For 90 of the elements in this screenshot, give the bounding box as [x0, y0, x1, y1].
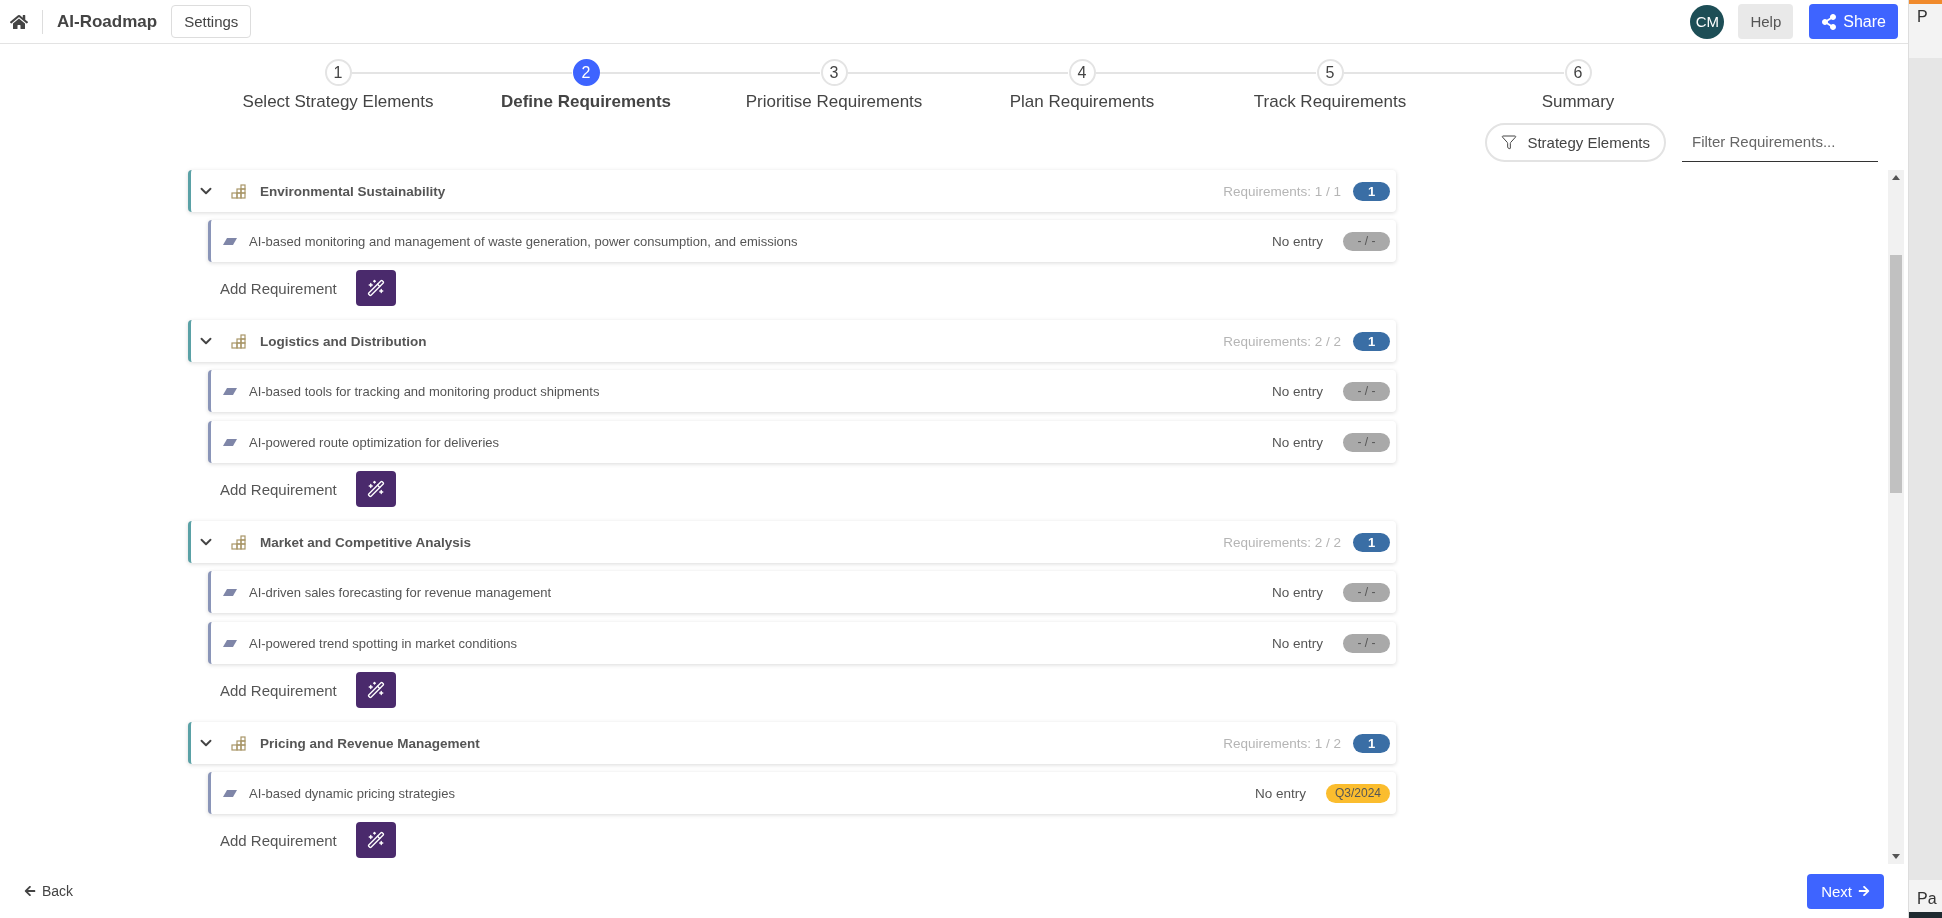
scrollbar[interactable] [1888, 170, 1904, 864]
magic-wand-icon [366, 279, 385, 297]
arrow-right-icon [1858, 885, 1870, 897]
entry-status: No entry [1271, 383, 1323, 399]
step-label[interactable]: Define Requirements [500, 92, 671, 112]
status-pill: - / - [1343, 381, 1390, 401]
status-pill: - / - [1343, 432, 1390, 452]
requirement-card[interactable]: AI-driven sales forecasting for revenue management No entry - / - [208, 571, 1396, 613]
group-title: Pricing and Revenue Management [260, 735, 480, 751]
requirement-text: AI-based monitoring and management of waste generation, power consumption, and emissions [249, 233, 798, 249]
group-title: Logistics and Distribution [260, 333, 427, 349]
share-button[interactable]: Share [1809, 4, 1898, 39]
magic-wand-icon [366, 681, 385, 699]
add-requirement-label: Add Requirement [220, 831, 337, 849]
entry-status: No entry [1271, 233, 1323, 249]
stairs-icon [231, 333, 246, 349]
user-avatar[interactable]: CM [1690, 4, 1725, 39]
group-header[interactable]: Environmental Sustainability Requirements: 1 / 1 1 [188, 170, 1396, 212]
magic-wand-icon [366, 480, 385, 498]
requirement-card[interactable]: AI-based monitoring and management of waste generation, power consumption, and emissions No entry - / - [208, 220, 1396, 262]
count-badge: 1 [1353, 532, 1390, 552]
parallelogram-icon [223, 438, 237, 446]
count-badge: 1 [1353, 331, 1390, 351]
status-pill: - / - [1343, 582, 1390, 602]
help-button[interactable]: Help [1738, 4, 1794, 39]
requirements-count: Requirements: 2 / 2 [1223, 534, 1341, 550]
entry-status: No entry [1271, 434, 1323, 450]
step-label[interactable]: Summary [1541, 92, 1615, 112]
requirement-text: AI-based dynamic pricing strategies [249, 785, 455, 801]
share-icon [1821, 13, 1838, 30]
stairs-icon [231, 183, 246, 199]
step-number[interactable]: 4 [1068, 59, 1096, 86]
parallelogram-icon [223, 639, 237, 647]
side-window-text: Pa [1909, 880, 1942, 918]
step-label[interactable]: Track Requirements [1253, 92, 1407, 112]
requirement-text: AI-powered route optimization for deliveries [249, 434, 499, 450]
requirement-card[interactable]: AI-based dynamic pricing strategies No entry Q3/2024 [208, 772, 1396, 814]
status-pill: Q3/2024 [1325, 783, 1390, 803]
magic-wand-button[interactable] [355, 672, 396, 708]
requirement-text: AI-powered trend spotting in market conditions [249, 635, 518, 651]
stairs-icon [231, 534, 246, 550]
step-number[interactable]: 1 [324, 59, 352, 86]
status-pill: - / - [1343, 633, 1390, 653]
magic-wand-button[interactable] [355, 471, 396, 507]
step-number[interactable]: 3 [820, 59, 848, 86]
step-number[interactable]: 5 [1316, 59, 1344, 86]
strategy-elements-button[interactable]: Strategy Elements [1485, 122, 1666, 162]
requirement-card[interactable]: AI-powered route optimization for deliveries No entry - / - [208, 421, 1396, 463]
side-window-text: P [1909, 0, 1942, 58]
step-number[interactable]: 2 [572, 59, 600, 86]
magic-wand-icon [366, 831, 385, 849]
app-title: AI-Roadmap [57, 11, 158, 32]
step-number[interactable]: 6 [1564, 59, 1592, 86]
add-requirement-label: Add Requirement [220, 279, 337, 297]
step-label[interactable]: Select Strategy Elements [242, 92, 434, 112]
requirement-card[interactable]: AI-based tools for tracking and monitoring product shipments No entry - / - [208, 370, 1396, 412]
requirements-count: Requirements: 2 / 2 [1223, 333, 1341, 349]
home-icon[interactable] [10, 9, 43, 34]
group-title: Environmental Sustainability [260, 183, 446, 199]
stairs-icon [231, 735, 246, 751]
parallelogram-icon [223, 789, 237, 797]
count-badge: 1 [1353, 181, 1390, 201]
magic-wand-button[interactable] [355, 270, 396, 306]
settings-button[interactable]: Settings [171, 5, 252, 38]
arrow-left-icon [24, 885, 36, 897]
count-badge: 1 [1353, 733, 1390, 753]
parallelogram-icon [223, 588, 237, 596]
parallelogram-icon [223, 237, 237, 245]
group-header[interactable]: Pricing and Revenue Management Requirements: 1 / 2 1 [188, 722, 1396, 764]
group-title: Market and Competitive Analysis [260, 534, 472, 550]
group-header[interactable]: Logistics and Distribution Requirements: 2 / 2 1 [188, 320, 1396, 362]
entry-status: No entry [1271, 635, 1323, 651]
requirements-count: Requirements: 1 / 1 [1223, 183, 1341, 199]
requirement-card[interactable]: AI-powered trend spotting in market conditions No entry - / - [208, 622, 1396, 664]
status-pill: - / - [1343, 231, 1390, 251]
group-header[interactable]: Market and Competitive Analysis Requirements: 2 / 2 1 [188, 521, 1396, 563]
next-button[interactable]: Next [1807, 873, 1884, 909]
requirement-text: AI-based tools for tracking and monitoring product shipments [249, 383, 600, 399]
entry-status: No entry [1271, 584, 1323, 600]
add-requirement-label: Add Requirement [220, 480, 337, 498]
step-label[interactable]: Plan Requirements [1009, 92, 1155, 112]
step-label[interactable]: Prioritise Requirements [745, 92, 923, 112]
add-requirement-label: Add Requirement [220, 681, 337, 699]
requirements-count: Requirements: 1 / 2 [1223, 735, 1341, 751]
parallelogram-icon [223, 387, 237, 395]
entry-status: No entry [1254, 785, 1306, 801]
requirement-text: AI-driven sales forecasting for revenue management [249, 584, 552, 600]
filter-icon [1501, 134, 1518, 150]
back-link[interactable]: Back [24, 883, 74, 899]
magic-wand-button[interactable] [355, 822, 396, 858]
